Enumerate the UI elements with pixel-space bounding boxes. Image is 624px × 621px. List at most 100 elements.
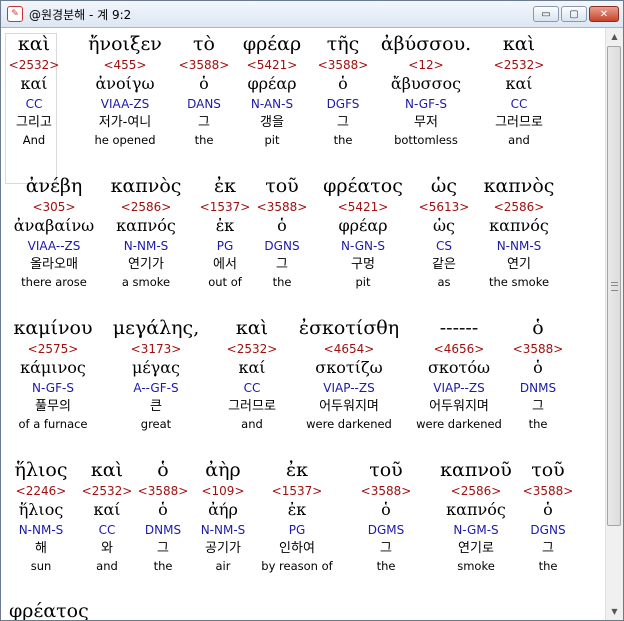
strongs-number[interactable]: <2532> [9, 57, 60, 73]
greek-word: καμίνου [13, 317, 93, 339]
parsing-code: N-GF-S [405, 97, 447, 111]
korean-gloss: 그 [276, 257, 288, 272]
partial-greek-word: φρέατος [9, 600, 89, 620]
english-gloss: and [241, 417, 263, 431]
maximize-button[interactable]: ▢ [561, 6, 587, 22]
verse-row: καμίνου <2575> κάμινος N-GF-S 풀무의 of a f… [1, 315, 605, 455]
app-window: ✎ @원경분해 - 계 9:2 ▭ ▢ ✕ καὶ <2532> καί CC … [0, 0, 624, 621]
strongs-number[interactable]: <4654> [324, 341, 375, 357]
lexical-form: καί [20, 74, 48, 93]
scrollbar-thumb[interactable] [607, 46, 621, 526]
greek-word: καὶ [17, 33, 51, 55]
english-gloss: were darkened [306, 417, 392, 431]
scroll-down-arrow-icon[interactable]: ▼ [606, 603, 623, 620]
close-button[interactable]: ✕ [589, 6, 619, 22]
verse-row: καὶ <2532> καί CC 그리고 And ἤνοιξεν <455> … [1, 31, 605, 171]
strongs-number[interactable]: <1537> [272, 483, 323, 499]
word-column[interactable]: καὶ <2532> καί CC 그러므로 and [449, 31, 589, 148]
parsing-code: DGNS [530, 523, 566, 537]
korean-gloss: 무저 [414, 115, 438, 130]
korean-gloss: 그 [380, 541, 392, 556]
scroll-up-arrow-icon[interactable]: ▲ [606, 28, 623, 45]
lexical-form: ὁ [381, 500, 391, 519]
minimize-icon: ▭ [541, 8, 551, 20]
verse-row: ἀνέβη <305> ἀναβαίνω VIAA--ZS 올라오매 there… [1, 173, 605, 313]
strongs-number[interactable]: <12> [408, 57, 443, 73]
greek-word: ἐσκοτίσθη [298, 317, 400, 339]
parsing-code: CC [25, 97, 43, 111]
english-gloss: great [140, 417, 172, 431]
strongs-number[interactable]: <3588> [523, 483, 574, 499]
lexical-form: μέγας [131, 358, 180, 377]
verse-row: ἥλιος <2246> ἥλιος N-NM-S 해 sun καὶ <253… [1, 457, 605, 597]
english-gloss: the [272, 275, 292, 289]
greek-word: τοῦ [531, 459, 565, 481]
lexical-form: κάμινος [20, 358, 86, 377]
greek-word: καὶ [502, 33, 536, 55]
grip-icon [611, 282, 618, 291]
korean-gloss: 구멍 [351, 257, 375, 272]
english-gloss: the [528, 417, 548, 431]
korean-gloss: 풀무의 [35, 399, 71, 414]
lexical-form: ὁ [277, 216, 287, 235]
window-controls: ▭ ▢ ✕ [533, 6, 619, 22]
strongs-number[interactable]: <2575> [28, 341, 79, 357]
korean-gloss: 올라오매 [30, 257, 78, 272]
korean-gloss: 그리고 [16, 115, 52, 130]
word-column[interactable]: τοῦ <3588> ὁ DGNS 그 the [478, 457, 605, 574]
parsing-code: A--GF-S [133, 381, 179, 395]
parsing-code: DGFS [326, 97, 360, 111]
maximize-icon: ▢ [569, 8, 579, 20]
lexical-form: καπνός [489, 216, 549, 235]
english-gloss: and [508, 133, 530, 147]
strongs-number[interactable]: <305> [32, 199, 75, 215]
greek-word: τοῦ [369, 459, 403, 481]
lexical-form: σκοτίζω [315, 358, 383, 377]
lexical-form: ὁ [543, 500, 553, 519]
interlinear-view[interactable]: καὶ <2532> καί CC 그리고 And ἤνοιξεν <455> … [1, 28, 605, 620]
strongs-number[interactable]: <2532> [494, 57, 545, 73]
strongs-number[interactable]: <3173> [131, 341, 182, 357]
english-gloss: pit [355, 275, 371, 289]
bible-app-icon: ✎ [7, 6, 23, 22]
korean-gloss: 그러므로 [495, 115, 543, 130]
lexical-form: ὁ [338, 74, 348, 93]
korean-gloss: 그러므로 [228, 399, 276, 414]
english-gloss: the [538, 559, 558, 573]
lexical-form: καί [505, 74, 533, 93]
strongs-number[interactable]: <2532> [227, 341, 278, 357]
window-title: @원경분해 - 계 9:2 [29, 7, 132, 22]
parsing-code: N-NM-S [496, 239, 542, 253]
lexical-form: ἐκ [287, 500, 307, 519]
minimize-button[interactable]: ▭ [533, 6, 559, 22]
korean-gloss: 그 [337, 115, 349, 130]
strongs-number[interactable]: <3588> [513, 341, 564, 357]
parsing-code: CC [510, 97, 528, 111]
lexical-form: ὁ [533, 358, 543, 377]
korean-gloss: 인하여 [279, 541, 315, 556]
parsing-code: N-GF-S [32, 381, 74, 395]
strongs-number[interactable]: <2586> [494, 199, 545, 215]
english-gloss: of a furnace [18, 417, 88, 431]
strongs-number[interactable]: <3588> [361, 483, 412, 499]
english-gloss: the [376, 559, 396, 573]
korean-gloss: 그 [542, 541, 554, 556]
greek-word: ὁ [532, 317, 544, 339]
word-column[interactable]: ὁ <3588> ὁ DNMS 그 the [468, 315, 605, 432]
korean-gloss: 큰 [150, 399, 162, 414]
title-bar[interactable]: ✎ @원경분해 - 계 9:2 ▭ ▢ ✕ [1, 1, 623, 28]
lexical-form: καί [238, 358, 266, 377]
parsing-code: PG [288, 523, 306, 537]
parsing-code: VIAA--ZS [27, 239, 81, 253]
greek-word: καπνὸς [483, 175, 555, 197]
parsing-code: CC [243, 381, 261, 395]
greek-word: ἐκ [285, 459, 309, 481]
english-gloss: the smoke [488, 275, 550, 289]
parsing-code: DGMS [367, 523, 405, 537]
english-gloss: And [22, 133, 46, 147]
greek-word: τῆς [326, 33, 360, 55]
parsing-code: DNMS [519, 381, 557, 395]
word-column[interactable]: καπνὸς <2586> καπνός N-NM-S 연기 the smoke [449, 173, 589, 290]
parsing-code: VIAP--ZS [323, 381, 375, 395]
vertical-scrollbar[interactable]: ▲ ▼ [605, 28, 623, 620]
